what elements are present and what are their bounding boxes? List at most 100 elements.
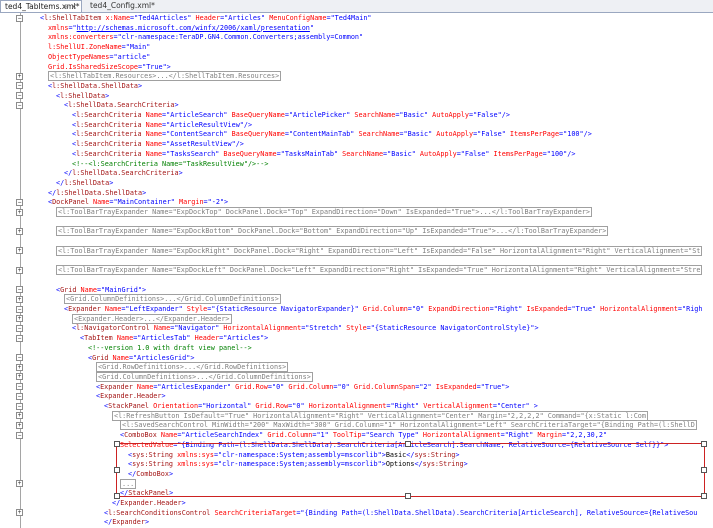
code-line[interactable]: <l:ShellData> xyxy=(56,91,109,101)
code-line[interactable]: <l:ToolBarTrayExpander Name="ExpDockBott… xyxy=(56,226,609,237)
code-line[interactable]: <l:ToolBarTrayExpander Name="ExpDockRigh… xyxy=(56,245,703,256)
expand-region-icon[interactable]: + xyxy=(16,208,23,216)
code-line[interactable]: <Grid.ColumnDefinitions>...</Grid.Column… xyxy=(96,371,313,382)
code-line[interactable]: ObjectTypeNames="article" xyxy=(48,52,150,62)
code-token: > xyxy=(105,91,110,100)
expand-region-icon[interactable]: + xyxy=(16,412,23,420)
close-icon[interactable]: × xyxy=(71,1,77,13)
code-line[interactable]: <ComboBox Name="ArticleSearchIndex" Grid… xyxy=(120,430,607,440)
code-line[interactable]: <l:ToolBarTrayExpander Name="ExpDockLeft… xyxy=(56,265,703,276)
code-token: ="False"/> xyxy=(469,111,510,119)
expand-region-icon[interactable]: + xyxy=(16,363,23,371)
tab-ted4-config[interactable]: ted4_Config.xml* xyxy=(86,0,156,12)
pin-icon[interactable]: ⊕ xyxy=(63,1,69,13)
code-line[interactable]: <l:ShellData.ShellData> xyxy=(48,81,142,91)
expand-region-icon[interactable]: + xyxy=(16,247,23,255)
code-token: Name xyxy=(100,305,122,313)
collapse-region-icon[interactable]: − xyxy=(16,354,23,361)
code-line[interactable]: </Expander.Header> xyxy=(112,498,186,508)
code-line[interactable]: <Expander Name="LeftExpander" Style="{St… xyxy=(64,304,702,314)
code-line[interactable]: </Expander> xyxy=(104,517,149,527)
code-line[interactable]: <!--<l:SearchCriteria Name="TaskResultVi… xyxy=(72,159,268,169)
code-line[interactable]: <Grid.RowDefinitions>...</Grid.RowDefini… xyxy=(96,362,289,373)
expand-region-icon[interactable]: + xyxy=(16,266,23,274)
code-line[interactable]: <l:RefreshButton IsDefault="True" Horizo… xyxy=(112,410,648,421)
code-token: ="AssetResultView"/> xyxy=(162,140,244,149)
collapse-region-icon[interactable]: − xyxy=(16,324,23,332)
code-line[interactable]: <TabItem Name="ArticlesTab" Header="Arti… xyxy=(80,333,268,343)
collapse-region-icon[interactable]: − xyxy=(16,101,23,109)
xml-code-editor[interactable]: <l:ShellTabItem x:Name="Ted4Articles" He… xyxy=(0,13,713,528)
collapse-region-icon[interactable]: − xyxy=(16,431,23,439)
code-line[interactable]: </l:ShellData.ShellData> xyxy=(48,188,146,198)
code-line[interactable]: Grid.IsSharedSizeScope="True"> xyxy=(48,62,171,72)
code-token: Name xyxy=(76,285,97,294)
code-line[interactable]: xmlns="http://schemas.microsoft.com/winf… xyxy=(48,23,314,33)
code-line[interactable]: <l:SearchCriteria Name="ArticleSearch" B… xyxy=(72,110,510,120)
resize-handle[interactable] xyxy=(701,493,707,499)
code-token: TabItem xyxy=(84,334,113,343)
resize-handle[interactable] xyxy=(114,467,120,473)
collapse-region-icon[interactable]: − xyxy=(16,305,23,313)
collapse-region-icon[interactable]: − xyxy=(16,14,23,22)
code-token: </ xyxy=(48,188,57,197)
collapse-region-icon[interactable]: − xyxy=(16,334,23,342)
collapse-region-icon[interactable]: − xyxy=(16,383,23,391)
code-line[interactable]: <l:ToolBarTrayExpander Name="ExpDockTop"… xyxy=(56,207,592,217)
code-line[interactable]: <l:SearchCriteria Name="AssetResultView"… xyxy=(72,139,244,149)
expand-region-icon[interactable]: + xyxy=(16,509,23,517)
code-token: </ xyxy=(112,499,121,507)
code-line[interactable]: </l:ShellData> xyxy=(56,178,113,188)
resize-handle[interactable] xyxy=(114,493,120,499)
code-token: l:NavigatorControl xyxy=(76,324,150,333)
resize-handle[interactable] xyxy=(405,493,411,499)
code-token: Name xyxy=(108,353,129,362)
code-line[interactable]: <l:NavigatorControl Name="Navigator" Hor… xyxy=(72,323,539,333)
code-line[interactable]: <Grid Name="MainGrid"> xyxy=(56,285,146,295)
code-line[interactable]: <StackPanel Orientation="Horizontal" Gri… xyxy=(104,401,538,411)
expand-region-icon[interactable]: + xyxy=(16,421,23,429)
code-line[interactable]: <!--version 1.0 with draft view panel--> xyxy=(88,343,252,353)
expand-region-icon[interactable]: + xyxy=(16,295,23,303)
collapse-region-icon[interactable]: − xyxy=(16,286,23,294)
expand-region-icon[interactable]: + xyxy=(16,480,23,488)
code-line[interactable]: <l:ShellTabItem x:Name="Ted4Articles" He… xyxy=(40,13,372,23)
resize-handle[interactable] xyxy=(405,441,411,447)
code-line[interactable]: <Expander.Header>...</Expander.Header> xyxy=(72,313,232,324)
resize-handle[interactable] xyxy=(114,441,120,447)
code-token: BaseQueryName xyxy=(227,111,285,119)
resize-handle[interactable] xyxy=(701,441,707,447)
code-token: Margin xyxy=(174,198,204,207)
collapse-region-icon[interactable]: − xyxy=(16,392,23,400)
collapse-region-icon[interactable]: − xyxy=(16,198,23,206)
code-token: ="Stretch" xyxy=(301,324,343,333)
tab-label: ted4_Config.xml* xyxy=(90,1,155,10)
code-line[interactable]: <Grid Name="ArticlesGrid"> xyxy=(88,353,194,363)
code-line[interactable]: <l:ShellData.SearchCriteria> xyxy=(64,100,179,110)
code-token: ="Basic" xyxy=(395,111,429,119)
collapse-region-icon[interactable]: − xyxy=(16,402,23,410)
code-line[interactable]: <Expander Name="ArticlesExpander" Grid.R… xyxy=(96,382,509,392)
resize-handle[interactable] xyxy=(701,467,707,473)
code-line[interactable]: <l:ShellTabItem.Resources>...</l:ShellTa… xyxy=(48,71,282,82)
collapse-region-icon[interactable]: − xyxy=(16,82,23,90)
expand-region-icon[interactable]: + xyxy=(16,72,23,80)
expand-region-icon[interactable]: + xyxy=(16,373,23,381)
code-line[interactable]: <l:SearchCriteria Name="TasksSearch" Bas… xyxy=(72,149,575,159)
code-line[interactable]: <l:SearchCriteria Name="ArticleResultVie… xyxy=(72,120,252,130)
code-line[interactable]: <Grid.ColumnDefinitions>...</Grid.Column… xyxy=(64,294,281,305)
outlining-margin xyxy=(0,13,12,528)
code-line[interactable]: </l:ShellData.SearchCriteria> xyxy=(64,168,183,178)
code-line[interactable]: <l:SearchConditionsControl SearchCriteri… xyxy=(104,508,697,518)
expand-region-icon[interactable]: + xyxy=(16,227,23,235)
expand-region-icon[interactable]: + xyxy=(16,315,23,323)
code-token: ="ArticlesTab" xyxy=(133,334,191,343)
code-line[interactable]: <Expander.Header> xyxy=(96,391,166,401)
code-line[interactable]: <l:SavedSearchControl MinWidth="200" Max… xyxy=(120,420,697,431)
code-line[interactable]: <l:SearchCriteria Name="ContentSearch" B… xyxy=(72,129,592,139)
tab-ted4-tabitems[interactable]: ted4_TabItems.xml* ⊕ × xyxy=(0,0,82,12)
code-line[interactable]: <DockPanel Name="MainContainer" Margin="… xyxy=(48,197,228,207)
code-line[interactable]: l:ShellUI.ZoneName="Main" xyxy=(48,42,150,52)
collapse-region-icon[interactable]: − xyxy=(16,92,23,100)
code-line[interactable]: xmlns:converters="clr-namespace:TeraDP.G… xyxy=(48,32,363,42)
